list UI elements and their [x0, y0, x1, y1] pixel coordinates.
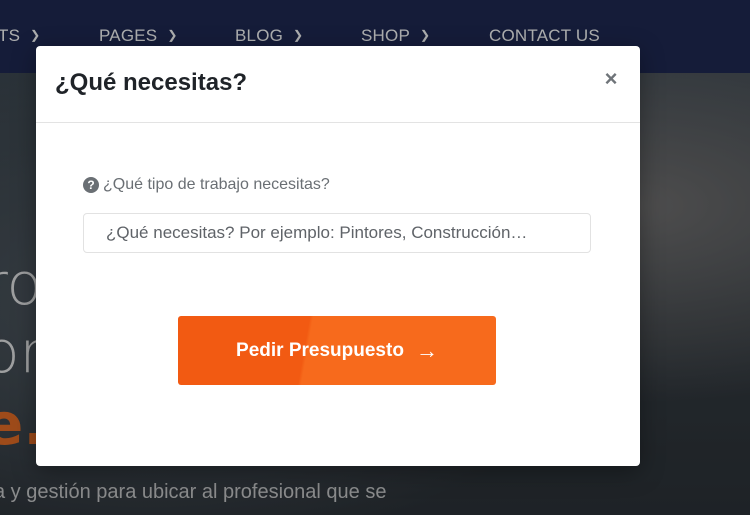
- request-quote-label: Pedir Presupuesto: [236, 339, 404, 361]
- field-label: ? ¿Qué tipo de trabajo necesitas?: [83, 176, 330, 194]
- quote-request-modal: ¿Qué necesitas? × ? ¿Qué tipo de trabajo…: [36, 46, 640, 466]
- modal-title: ¿Qué necesitas?: [55, 69, 248, 96]
- modal-header: ¿Qué necesitas? ×: [36, 46, 640, 123]
- question-circle-icon: ?: [83, 177, 99, 193]
- arrow-right-icon: →: [415, 337, 438, 363]
- close-icon[interactable]: ×: [602, 68, 620, 90]
- search-input[interactable]: [83, 213, 591, 253]
- field-label-text: ¿Qué tipo de trabajo necesitas?: [103, 176, 330, 193]
- request-quote-button[interactable]: Pedir Presupuesto →: [178, 316, 496, 385]
